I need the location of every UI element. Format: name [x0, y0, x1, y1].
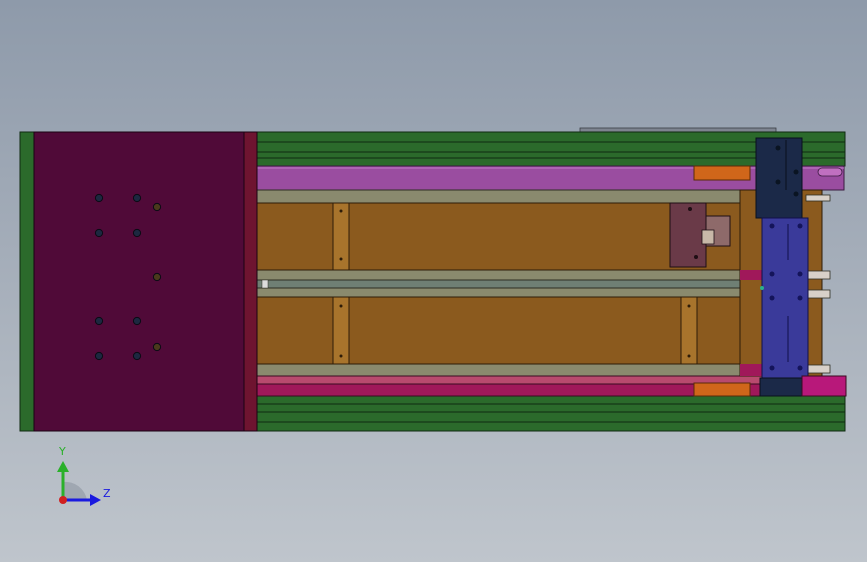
carriage-foot — [759, 377, 803, 397]
y-axis-label: Y — [58, 445, 66, 458]
cad-viewport[interactable]: Y Z — [0, 0, 867, 562]
left-end-plate — [19, 131, 258, 432]
wood-panel-lower — [255, 296, 757, 365]
top-frame-rails — [159, 131, 846, 167]
carriage-top — [755, 137, 803, 219]
right-pink-cap — [801, 375, 847, 397]
coordinate-triad-icon: Y Z — [57, 445, 111, 506]
orange-stop-top — [693, 165, 751, 181]
right-mauve-strip-2 — [740, 364, 762, 376]
assembly-drawing[interactable]: Y Z — [0, 0, 867, 562]
carriage-bottom — [760, 217, 809, 379]
crimson-lower-rail — [255, 375, 845, 397]
orange-stop-bottom — [693, 382, 751, 397]
right-mauve-strip — [740, 270, 762, 280]
bottom-frame-rails — [159, 395, 846, 432]
z-axis-label: Z — [103, 487, 111, 500]
